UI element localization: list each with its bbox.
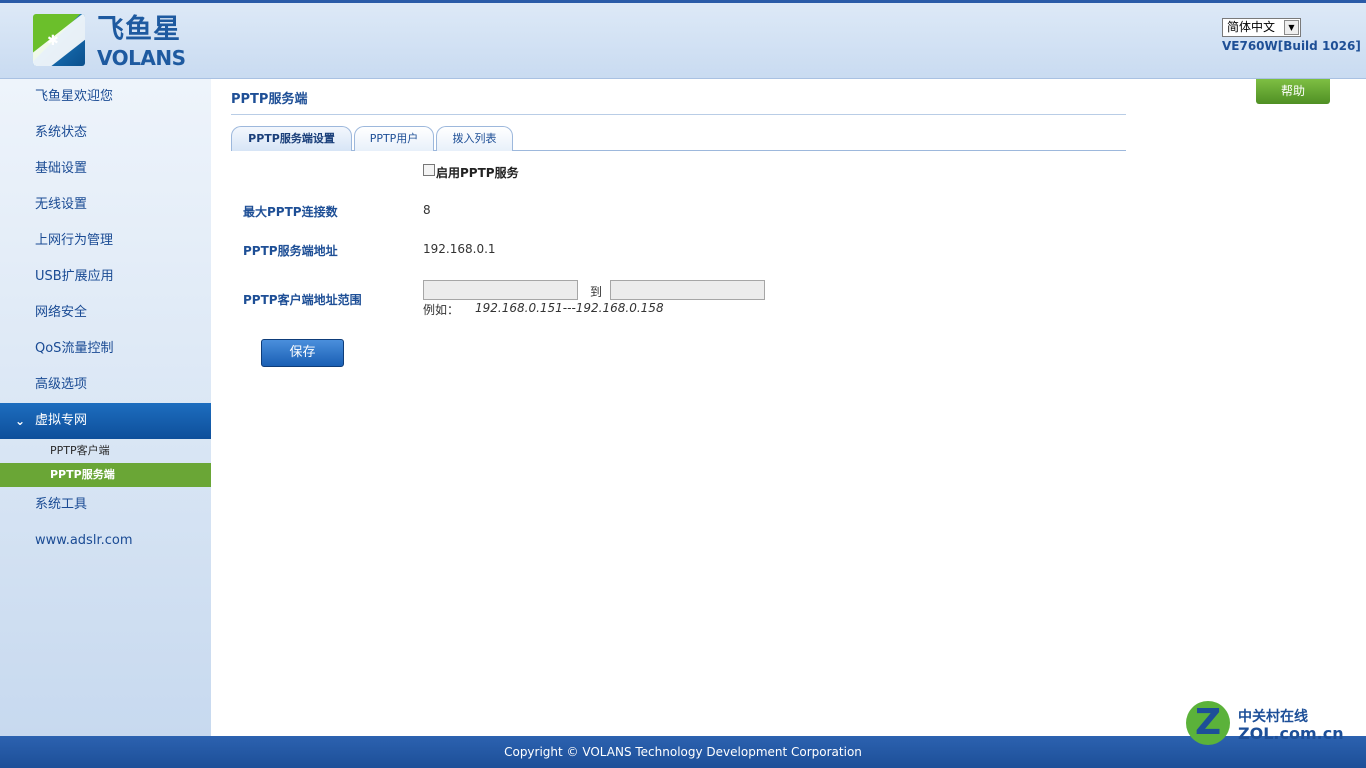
save-button[interactable]: 保存 bbox=[261, 339, 344, 367]
zol-logo-icon: Z bbox=[1186, 701, 1230, 745]
sidebar-item-wireless[interactable]: 无线设置 bbox=[0, 187, 211, 223]
zol-watermark: Z 中关村在线 ZOL.com.cn bbox=[1186, 701, 1356, 751]
sidebar-item-basic-settings[interactable]: 基础设置 bbox=[0, 151, 211, 187]
server-address-value: 192.168.0.1 bbox=[423, 242, 496, 256]
sidebar-item-system-tools[interactable]: 系统工具 bbox=[0, 487, 211, 523]
sidebar-subitem-pptp-client[interactable]: PPTP客户端 bbox=[0, 439, 211, 463]
tab-pptp-users[interactable]: PPTP用户 bbox=[354, 126, 434, 151]
sidebar-subitem-pptp-server[interactable]: PPTP服务端 bbox=[0, 463, 211, 487]
server-address-label: PPTP服务端地址 bbox=[243, 244, 338, 258]
enable-pptp-label: 启用PPTP服务 bbox=[436, 166, 519, 180]
chevron-down-icon[interactable]: ▼ bbox=[1284, 20, 1299, 35]
sidebar-item-qos[interactable]: QoS流量控制 bbox=[0, 331, 211, 367]
sidebar-item-label: 虚拟专网 bbox=[35, 413, 88, 428]
sidebar-item-usb[interactable]: USB扩展应用 bbox=[0, 259, 211, 295]
sidebar-item-security[interactable]: 网络安全 bbox=[0, 295, 211, 331]
client-range-label: PPTP客户端地址范围 bbox=[243, 293, 362, 307]
sidebar: 飞鱼星欢迎您 系统状态 基础设置 无线设置 上网行为管理 USB扩展应用 网络安… bbox=[0, 79, 211, 736]
range-end-input[interactable] bbox=[610, 280, 765, 300]
sidebar-item-website[interactable]: www.adslr.com bbox=[0, 523, 211, 559]
footer-copyright: Copyright © VOLANS Technology Developmen… bbox=[0, 736, 1366, 768]
range-start-input[interactable] bbox=[423, 280, 578, 300]
title-divider bbox=[231, 114, 1126, 115]
max-connections-label: 最大PPTP连接数 bbox=[243, 205, 338, 219]
header: ✱ 飞鱼星 VOLANS 简体中文 ▼ VE760W[Build 1026] bbox=[0, 0, 1366, 79]
logo-text-en: VOLANS bbox=[97, 46, 186, 70]
max-connections-value: 8 bbox=[423, 203, 431, 217]
sidebar-item-welcome[interactable]: 飞鱼星欢迎您 bbox=[0, 79, 211, 115]
language-select[interactable]: 简体中文 ▼ bbox=[1222, 18, 1301, 37]
logo-text-cn: 飞鱼星 bbox=[97, 14, 181, 45]
range-separator: 到 bbox=[590, 285, 603, 299]
logo-mark-icon: ✱ bbox=[33, 14, 85, 66]
tab-dial-in-list[interactable]: 拨入列表 bbox=[436, 126, 513, 151]
sidebar-item-advanced[interactable]: 高级选项 bbox=[0, 367, 211, 403]
enable-pptp-checkbox[interactable] bbox=[423, 164, 435, 176]
firmware-version: VE760W[Build 1026] bbox=[1222, 39, 1361, 53]
watermark-text-en: ZOL.com.cn bbox=[1238, 724, 1344, 743]
sidebar-item-vpn[interactable]: ⌄ 虚拟专网 bbox=[0, 403, 211, 439]
language-selected: 简体中文 bbox=[1227, 20, 1276, 34]
tab-pptp-server-settings[interactable]: PPTP服务端设置 bbox=[231, 126, 352, 151]
double-chevron-down-icon: ⌄ bbox=[15, 414, 26, 428]
example-label: 例如： bbox=[423, 303, 460, 317]
help-button[interactable]: 帮助 bbox=[1256, 79, 1330, 104]
sidebar-item-behavior-mgmt[interactable]: 上网行为管理 bbox=[0, 223, 211, 259]
sidebar-item-system-status[interactable]: 系统状态 bbox=[0, 115, 211, 151]
watermark-text-cn: 中关村在线 bbox=[1238, 709, 1308, 725]
tab-bar: PPTP服务端设置 PPTP用户 拨入列表 bbox=[231, 126, 1126, 151]
page-title: PPTP服务端 bbox=[231, 92, 308, 107]
volans-logo[interactable]: ✱ 飞鱼星 VOLANS bbox=[33, 14, 193, 70]
example-value: 192.168.0.151---192.168.0.158 bbox=[475, 301, 664, 315]
